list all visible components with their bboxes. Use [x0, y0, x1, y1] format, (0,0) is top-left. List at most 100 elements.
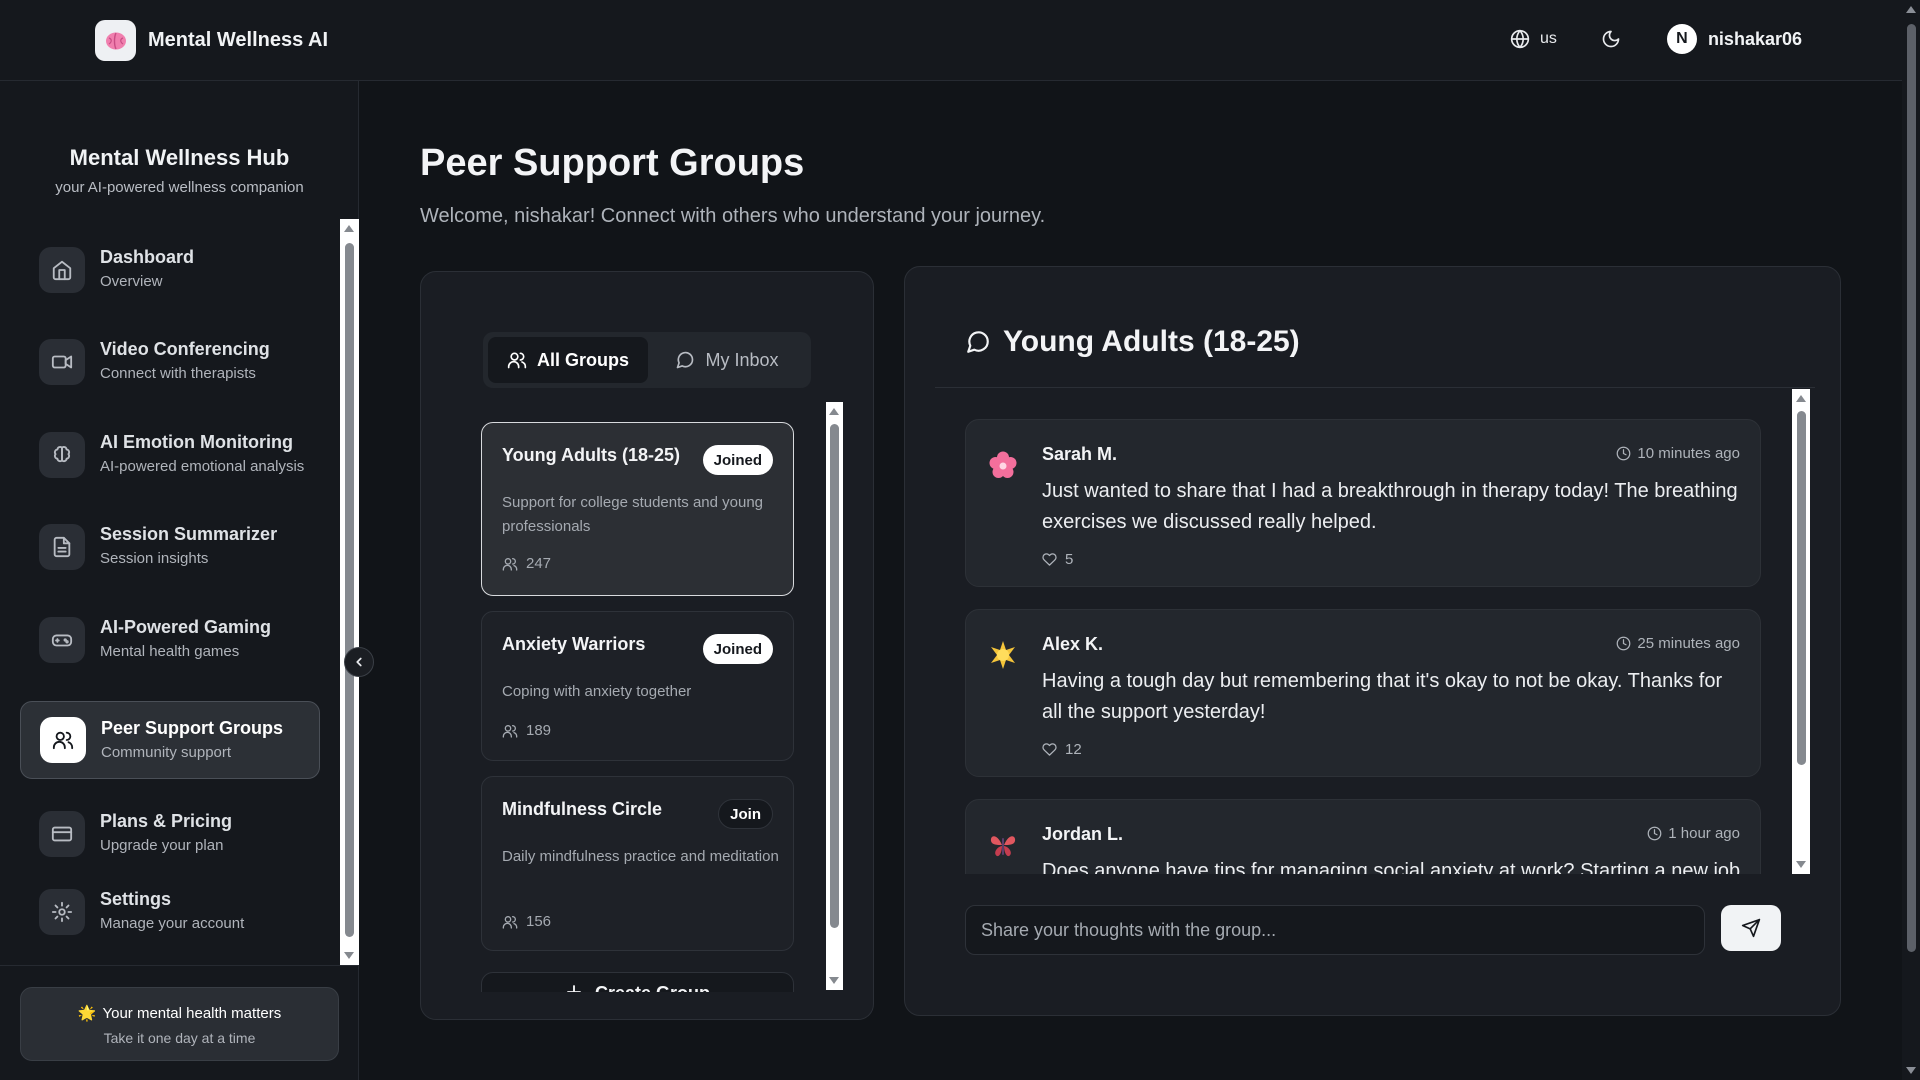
- scroll-down-arrow[interactable]: [344, 952, 354, 959]
- gamepad-icon: [39, 617, 85, 663]
- sidebar-item-desc: Community support: [101, 744, 232, 761]
- group-list-scrollbar[interactable]: [826, 402, 843, 990]
- page-subtitle: Welcome, nishakar! Connect with others w…: [420, 205, 1046, 227]
- message-text: Just wanted to share that I had a breakt…: [1042, 480, 1738, 533]
- sidebar-subtitle: your AI-powered wellness companion: [55, 179, 304, 196]
- member-count: 156: [502, 913, 551, 930]
- motto-title: Your mental health matters: [102, 1004, 282, 1022]
- like-button[interactable]: 12: [1042, 741, 1082, 758]
- clock-icon: [1617, 636, 1631, 651]
- message-list: Sarah M. 10 minutes ago Just wanted to s…: [965, 419, 1765, 874]
- member-count: 247: [502, 555, 551, 572]
- sidebar-item-plans-pricing[interactable]: Plans & Pricing Upgrade your plan: [20, 795, 320, 873]
- joined-button[interactable]: Joined: [702, 634, 773, 664]
- scroll-up-arrow[interactable]: [344, 225, 354, 232]
- group-name: Anxiety Warriors: [502, 634, 646, 654]
- message-text: Having a tough day but remembering that …: [1042, 670, 1723, 723]
- sidebar-title: Mental Wellness Hub: [69, 145, 290, 170]
- sidebar-item-video-conferencing[interactable]: Video Conferencing Connect with therapis…: [20, 323, 320, 401]
- sidebar-item-dashboard[interactable]: Dashboard Overview: [20, 231, 320, 309]
- brain-icon: [95, 20, 136, 61]
- sidebar-item-settings[interactable]: Settings Manage your account: [20, 873, 320, 951]
- butterfly-icon: [988, 830, 1018, 860]
- sidebar-item-desc: Manage your account: [100, 915, 245, 932]
- group-card-anxiety-warriors[interactable]: Anxiety Warriors Joined Coping with anxi…: [481, 611, 794, 761]
- chevron-left-icon: [356, 657, 362, 667]
- member-count-value: 189: [526, 722, 552, 739]
- brand[interactable]: Mental Wellness AI: [95, 20, 328, 61]
- tab-my-inbox[interactable]: My Inbox: [648, 337, 806, 383]
- clock-icon: [1647, 826, 1662, 841]
- star-icon: [988, 640, 1018, 670]
- scroll-up-arrow[interactable]: [1906, 6, 1916, 13]
- video-icon: [39, 339, 85, 385]
- message-time: 1 hour ago: [1647, 825, 1740, 842]
- sidebar-item-desc: Upgrade your plan: [100, 837, 224, 854]
- group-list: Young Adults (18-25) Joined Support for …: [481, 422, 803, 992]
- users-icon: [502, 915, 518, 929]
- tab-all-groups[interactable]: All Groups: [488, 337, 648, 383]
- sidebar-item-ai-emotion-monitoring[interactable]: AI Emotion Monitoring AI-powered emotion…: [20, 416, 320, 494]
- scrollbar-thumb[interactable]: [345, 243, 354, 937]
- sidebar-scrollbar[interactable]: [340, 219, 359, 965]
- group-name: Mindfulness Circle: [502, 799, 663, 819]
- member-count: 189: [502, 722, 551, 739]
- like-count: 5: [1065, 551, 1074, 568]
- scroll-up-arrow[interactable]: [1796, 395, 1806, 402]
- message-time-value: 10 minutes ago: [1637, 445, 1740, 462]
- group-name: Young Adults (18-25): [502, 445, 681, 465]
- sidebar-item-desc: Overview: [100, 273, 163, 290]
- sidebar-item-label: Plans & Pricing: [100, 811, 233, 831]
- message-card: Jordan L. 1 hour ago Does anyone have ti…: [965, 799, 1761, 874]
- plus-icon: [567, 985, 581, 992]
- message-card: Alex K. 25 minutes ago Having a tough da…: [965, 609, 1761, 777]
- scroll-down-arrow[interactable]: [1906, 1067, 1916, 1074]
- sidebar-item-desc: AI-powered emotional analysis: [100, 458, 305, 475]
- sidebar-item-session-summarizer[interactable]: Session Summarizer Session insights: [20, 508, 320, 586]
- join-button[interactable]: Join: [718, 799, 773, 829]
- sidebar-item-ai-powered-gaming[interactable]: AI-Powered Gaming Mental health games: [20, 601, 320, 679]
- language-selector[interactable]: us: [1510, 29, 1557, 49]
- users-icon: [502, 557, 518, 571]
- like-button[interactable]: 5: [1042, 551, 1073, 568]
- motto-subtitle: Take it one day at a time: [103, 1030, 256, 1046]
- chat-panel: Young Adults (18-25) Sarah M. 10 minutes…: [904, 266, 1841, 1016]
- create-group-label: Create Group: [595, 983, 710, 992]
- sidebar-item-label: Peer Support Groups: [101, 718, 284, 738]
- group-card-mindfulness-circle[interactable]: Mindfulness Circle Join Daily mindfulnes…: [481, 776, 794, 951]
- sidebar-item-label: Session Summarizer: [100, 524, 278, 544]
- message-input[interactable]: [965, 905, 1705, 955]
- message-time: 10 minutes ago: [1616, 445, 1740, 462]
- page-scrollbar[interactable]: [1902, 0, 1920, 1080]
- scrollbar-thumb[interactable]: [1797, 411, 1806, 765]
- groups-panel: All Groups My Inbox Young Adults (18-25)…: [420, 271, 874, 1020]
- sidebar-item-peer-support-groups[interactable]: Peer Support Groups Community support: [20, 701, 320, 779]
- like-count: 12: [1065, 741, 1082, 758]
- theme-toggle[interactable]: [1601, 29, 1621, 49]
- group-card-young-adults[interactable]: Young Adults (18-25) Joined Support for …: [481, 422, 794, 596]
- divider: [0, 965, 359, 966]
- scroll-down-arrow[interactable]: [1796, 861, 1806, 868]
- sidebar: Mental Wellness Hub your AI-powered well…: [0, 81, 374, 1080]
- heart-icon: [1042, 743, 1057, 756]
- scroll-up-arrow[interactable]: [829, 408, 839, 415]
- chat-scrollbar[interactable]: [1792, 389, 1810, 874]
- clock-icon: [1617, 446, 1631, 461]
- send-button[interactable]: [1721, 905, 1781, 951]
- create-group-button[interactable]: Create Group: [481, 972, 794, 992]
- group-description: Daily mindfulness practice and meditatio…: [502, 848, 779, 865]
- tab-label: My Inbox: [705, 349, 779, 370]
- scrollbar-thumb[interactable]: [1907, 24, 1916, 952]
- sidebar-item-label: Settings: [100, 889, 172, 909]
- joined-button[interactable]: Joined: [702, 445, 773, 475]
- sidebar-item-desc: Session insights: [100, 550, 209, 567]
- collapse-sidebar-button[interactable]: [344, 647, 374, 677]
- file-text-icon: [39, 524, 85, 570]
- user-menu[interactable]: N nishakar06: [1666, 24, 1802, 54]
- scroll-down-arrow[interactable]: [829, 977, 839, 984]
- sidebar-item-label: Video Conferencing: [100, 339, 270, 359]
- scrollbar-thumb[interactable]: [830, 424, 839, 928]
- member-count-value: 247: [526, 555, 552, 572]
- credit-card-icon: [39, 811, 85, 857]
- message-text: Does anyone have tips for managing socia…: [1042, 860, 1741, 874]
